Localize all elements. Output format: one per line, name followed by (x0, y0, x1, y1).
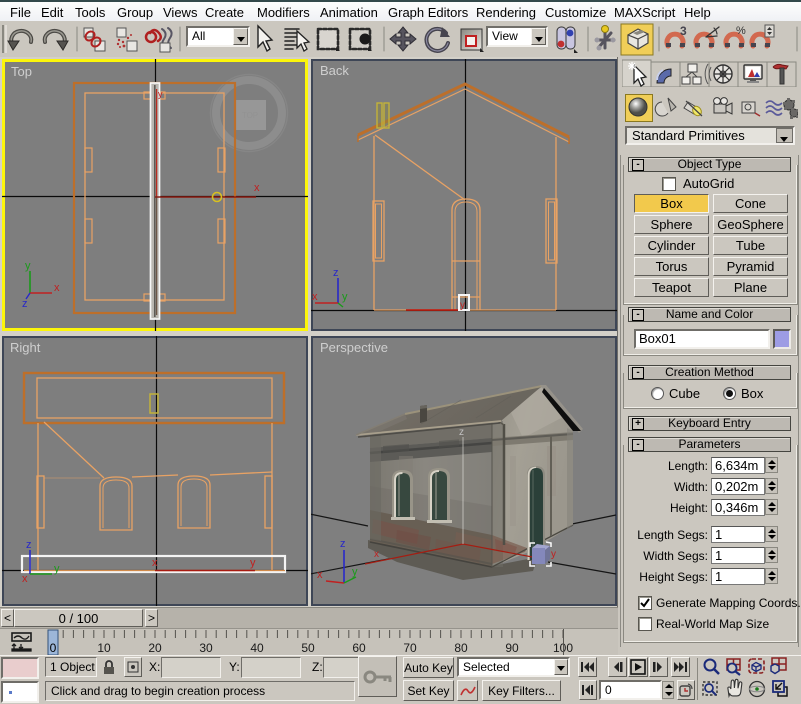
svg-text:80: 80 (454, 641, 468, 655)
svg-text:90: 90 (505, 641, 519, 655)
svg-text:40: 40 (250, 641, 264, 655)
svg-text:x: x (374, 549, 379, 560)
svg-text:z: z (26, 539, 32, 551)
svg-text:z: z (333, 267, 339, 279)
svg-text:y: y (250, 557, 256, 569)
svg-text:TOP: TOP (242, 111, 258, 120)
svg-text:x: x (254, 182, 260, 194)
svg-text:z: z (459, 427, 464, 438)
svg-text:x: x (54, 282, 60, 294)
svg-text:z: z (340, 538, 346, 550)
svg-text:%: % (736, 25, 746, 37)
svg-text:3: 3 (680, 24, 687, 38)
svg-text:y: y (158, 89, 163, 99)
svg-text:y: y (342, 291, 348, 303)
svg-text:y: y (460, 300, 465, 311)
svg-text:x: x (312, 291, 318, 303)
svg-text:10: 10 (97, 641, 111, 655)
svg-text:0: 0 (50, 641, 57, 655)
svg-text:y: y (54, 563, 60, 575)
svg-text:x: x (152, 557, 158, 569)
svg-text:50: 50 (301, 641, 315, 655)
svg-text:60: 60 (352, 641, 366, 655)
svg-text:30: 30 (199, 641, 213, 655)
svg-text:70: 70 (403, 641, 417, 655)
svg-text:y: y (551, 549, 556, 560)
svg-text:y: y (352, 566, 358, 578)
svg-text:y: y (25, 260, 31, 272)
svg-text:z: z (22, 298, 28, 310)
svg-text:x: x (22, 573, 28, 585)
svg-text:20: 20 (148, 641, 162, 655)
svg-text:x: x (317, 569, 323, 581)
